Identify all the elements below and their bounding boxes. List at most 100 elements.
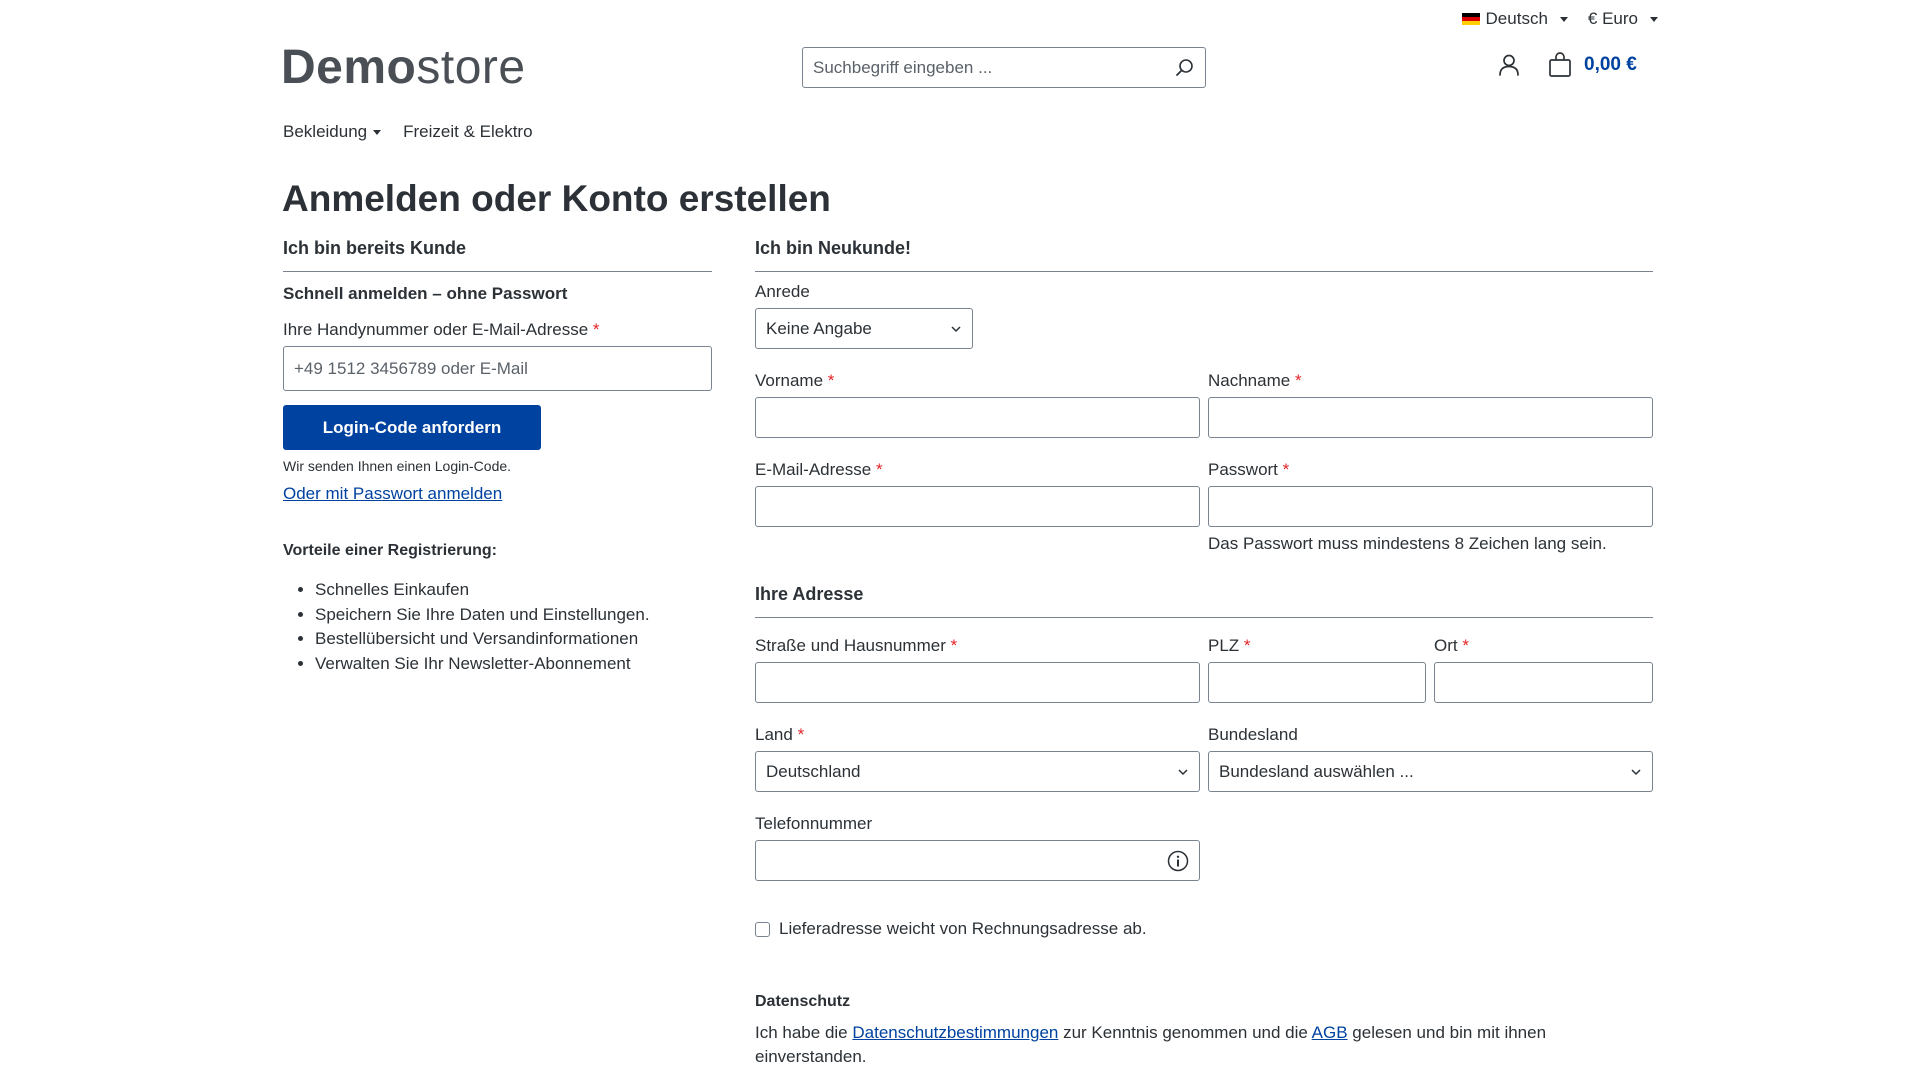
logo-bold-text: Demo (281, 41, 417, 94)
nav-item-bekleidung[interactable]: Bekleidung (283, 122, 382, 142)
nav-item-label: Bekleidung (283, 122, 368, 141)
account-icon[interactable] (1496, 52, 1522, 78)
state-value: Bundesland auswählen ... (1219, 761, 1414, 781)
currency-selector[interactable]: € Euro (1588, 9, 1658, 29)
lastname-label: Nachname * (1208, 371, 1653, 391)
privacy-text-part: Ich habe die (755, 1023, 853, 1042)
login-field-label: Ihre Handynummer oder E-Mail-Adresse * (283, 320, 712, 340)
street-group: Straße und Hausnummer * (755, 636, 1200, 703)
email-group: E-Mail-Adresse * (755, 460, 1200, 554)
city-group: Ort * (1434, 636, 1653, 703)
currency-label: € Euro (1587, 9, 1638, 28)
country-label: Land * (755, 725, 1200, 745)
caret-down-icon (1650, 16, 1658, 22)
email-label: E-Mail-Adresse * (755, 460, 1200, 480)
firstname-input[interactable] (755, 397, 1200, 438)
salutation-select[interactable]: Keine Angabe (755, 308, 973, 349)
search-icon (1176, 58, 1193, 76)
privacy-policy-link[interactable]: Datenschutzbestimmungen (852, 1023, 1058, 1042)
password-field[interactable] (1208, 486, 1653, 527)
country-select[interactable]: Deutschland (755, 751, 1200, 792)
login-section-title: Ich bin bereits Kunde (283, 238, 712, 272)
city-input[interactable] (1434, 662, 1653, 703)
password-label-text: Passwort (1208, 460, 1278, 479)
password-login-link[interactable]: Oder mit Passwort anmelden (283, 484, 502, 503)
list-item: Bestellübersicht und Versandinformatione… (315, 627, 712, 652)
header-actions: 0,00 € (1496, 52, 1637, 78)
shopping-bag-icon (1549, 52, 1571, 77)
registration-section-title: Ich bin Neukunde! (755, 238, 1653, 272)
search-box (802, 47, 1206, 88)
zip-group: PLZ * (1208, 636, 1426, 703)
zip-label-text: PLZ (1208, 636, 1240, 655)
different-shipping-checkbox[interactable] (755, 921, 770, 937)
shipping-address-option: Lieferadresse weicht von Rechnungsadress… (755, 919, 1653, 939)
login-identifier-input[interactable]: +49 1512 3456789 oder E-Mail (283, 346, 712, 391)
login-identifier-placeholder: +49 1512 3456789 oder E-Mail (294, 358, 528, 378)
caret-down-icon (1559, 16, 1568, 22)
page-title: Anmelden oder Konto erstellen (282, 178, 831, 219)
state-group: Bundesland Bundesland auswählen ... (1208, 725, 1653, 792)
chevron-down-icon (1178, 768, 1188, 775)
chevron-down-icon (1631, 768, 1641, 775)
street-label: Straße und Hausnummer * (755, 636, 1200, 656)
cart-button[interactable]: 0,00 € (1548, 52, 1637, 78)
lastname-input[interactable] (1208, 397, 1653, 438)
required-mark: * (1294, 371, 1302, 390)
required-mark: * (827, 371, 835, 390)
language-selector[interactable]: Deutsch (1461, 9, 1568, 29)
language-label: Deutsch (1485, 9, 1548, 28)
search-input[interactable] (803, 48, 1165, 87)
terms-link[interactable]: AGB (1312, 1023, 1348, 1042)
lastname-label-text: Nachname (1208, 371, 1291, 390)
password-hint: Das Passwort muss mindestens 8 Zeichen l… (1208, 534, 1607, 553)
privacy-text-part: zur Kenntnis genommen und die (1058, 1023, 1312, 1042)
login-field-group: Ihre Handynummer oder E-Mail-Adresse * +… (283, 320, 712, 391)
list-item: Schnelles Einkaufen (315, 578, 712, 603)
email-field[interactable] (755, 486, 1200, 527)
country-label-text: Land (755, 725, 793, 744)
street-input[interactable] (755, 662, 1200, 703)
benefits-title: Vorteile einer Registrierung: (283, 542, 497, 559)
phone-group: Telefonnummer (755, 814, 1200, 881)
salutation-group: Anrede Keine Angabe (755, 282, 973, 349)
german-flag-icon (1461, 13, 1480, 25)
address-row: Straße und Hausnummer * PLZ * Ort * (755, 636, 1653, 703)
search-button[interactable] (1165, 48, 1205, 87)
top-bar: Deutsch € Euro (1461, 9, 1658, 29)
nav-item-freizeit-elektro[interactable]: Freizeit & Elektro (403, 122, 532, 142)
city-label-text: Ort (1434, 636, 1458, 655)
request-login-code-button[interactable]: Login-Code anfordern (283, 405, 541, 450)
firstname-label: Vorname * (755, 371, 1200, 391)
credentials-row: E-Mail-Adresse * Passwort * Das Passwort… (755, 460, 1653, 554)
main-navigation: Bekleidung Freizeit & Elektro (283, 122, 533, 142)
privacy-title: Datenschutz (755, 993, 851, 1010)
street-label-text: Straße und Hausnummer (755, 636, 946, 655)
info-icon[interactable] (1167, 850, 1189, 872)
address-section-title: Ihre Adresse (755, 584, 1653, 618)
required-mark: * (592, 320, 600, 339)
country-value: Deutschland (766, 761, 861, 781)
chevron-down-icon (951, 325, 961, 332)
salutation-value: Keine Angabe (766, 318, 872, 338)
privacy-text: Ich habe die Datenschutzbestimmungen zur… (755, 1021, 1575, 1069)
store-logo[interactable]: Demostore (281, 40, 526, 95)
zip-label: PLZ * (1208, 636, 1426, 656)
login-field-label-text: Ihre Handynummer oder E-Mail-Adresse (283, 320, 589, 339)
phone-label: Telefonnummer (755, 814, 873, 833)
salutation-label: Anrede (755, 282, 810, 301)
phone-input[interactable] (755, 840, 1200, 881)
caret-down-icon (373, 129, 382, 135)
state-select[interactable]: Bundesland auswählen ... (1208, 751, 1653, 792)
different-shipping-label[interactable]: Lieferadresse weicht von Rechnungsadress… (779, 919, 1147, 939)
required-mark: * (875, 460, 883, 479)
logo-regular-text: store (416, 41, 526, 94)
country-group: Land * Deutschland (755, 725, 1200, 792)
lastname-group: Nachname * (1208, 371, 1653, 438)
login-code-info: Wir senden Ihnen einen Login-Code. (283, 458, 512, 474)
firstname-label-text: Vorname (755, 371, 824, 390)
zip-input[interactable] (1208, 662, 1426, 703)
required-mark: * (1462, 636, 1469, 655)
benefits-list: Schnelles Einkaufen Speichern Sie Ihre D… (283, 578, 712, 676)
nav-item-label: Freizeit & Elektro (403, 122, 533, 141)
